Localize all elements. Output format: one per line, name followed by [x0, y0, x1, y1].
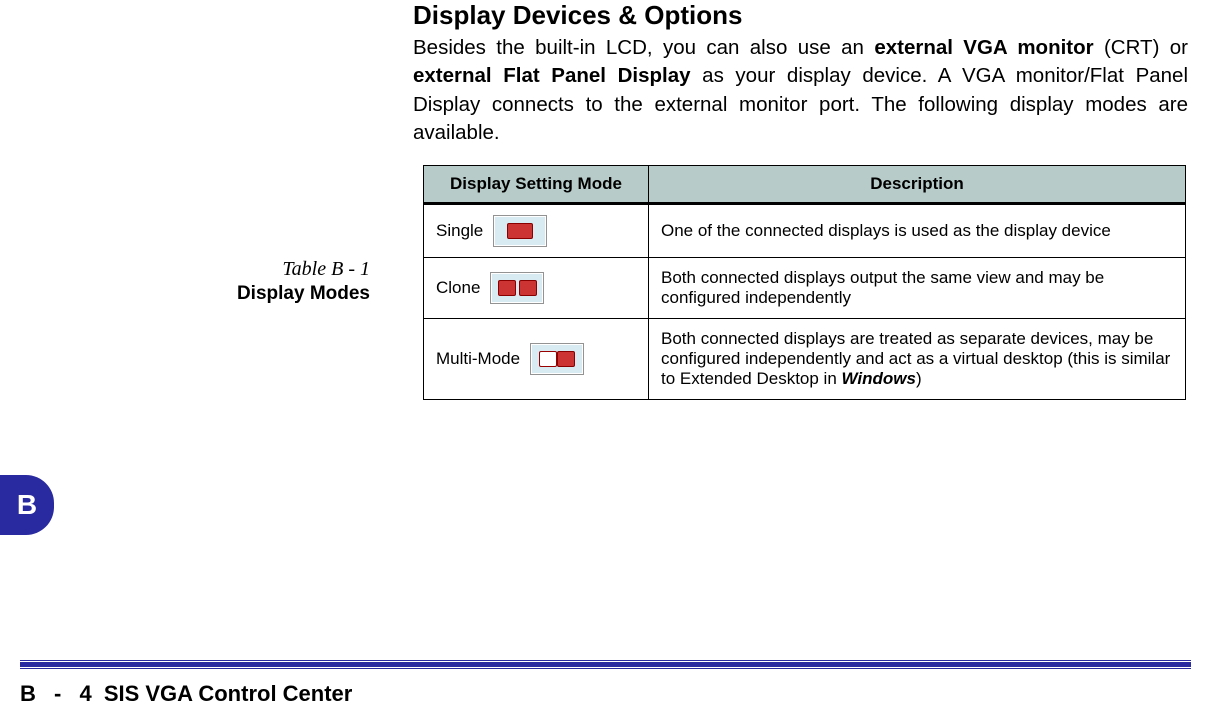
multi-display-icon	[530, 343, 584, 375]
page-number: B - 4	[20, 681, 98, 706]
clone-display-icon	[490, 272, 544, 304]
intro-paragraph: Besides the built-in LCD, you can also u…	[413, 34, 1188, 147]
document-page: Display Devices & Options Besides the bu…	[0, 0, 1211, 715]
mode-cell: Single	[424, 204, 649, 258]
description-text: )	[916, 369, 922, 388]
mode-name: Clone	[436, 278, 480, 298]
table-number: Table B - 1	[190, 258, 370, 281]
description-bold: Windows	[842, 369, 916, 388]
display-modes-table: Display Setting Mode Description Single …	[423, 165, 1186, 400]
page-footer: B - 4 SIS VGA Control Center	[20, 681, 352, 707]
mode-cell: Multi-Mode	[424, 319, 649, 400]
intro-text: Besides the built-in LCD, you can also u…	[413, 36, 874, 59]
table-row: Clone Both connected displays output the…	[424, 258, 1186, 319]
table-header-row: Display Setting Mode Description	[424, 166, 1186, 204]
intro-bold-vga: external VGA monitor	[874, 36, 1093, 59]
col-header-mode: Display Setting Mode	[424, 166, 649, 204]
col-header-description: Description	[649, 166, 1186, 204]
description-cell: Both connected displays are treated as s…	[649, 319, 1186, 400]
mode-cell: Clone	[424, 258, 649, 319]
intro-bold-flatpanel: external Flat Panel Display	[413, 64, 691, 87]
mode-name: Multi-Mode	[436, 349, 520, 369]
table-title: Display Modes	[190, 283, 370, 305]
footer-title: SIS VGA Control Center	[104, 681, 353, 706]
mode-name: Single	[436, 221, 483, 241]
table-row: Single One of the connected displays is …	[424, 204, 1186, 258]
table-caption: Table B - 1 Display Modes	[190, 258, 370, 305]
description-cell: Both connected displays output the same …	[649, 258, 1186, 319]
section-heading: Display Devices & Options	[413, 0, 742, 31]
footer-divider	[20, 662, 1191, 669]
intro-text: (CRT) or	[1094, 36, 1188, 59]
description-cell: One of the connected displays is used as…	[649, 204, 1186, 258]
table-row: Multi-Mode Both connected displays are t…	[424, 319, 1186, 400]
single-display-icon	[493, 215, 547, 247]
chapter-tab: B	[0, 475, 54, 535]
